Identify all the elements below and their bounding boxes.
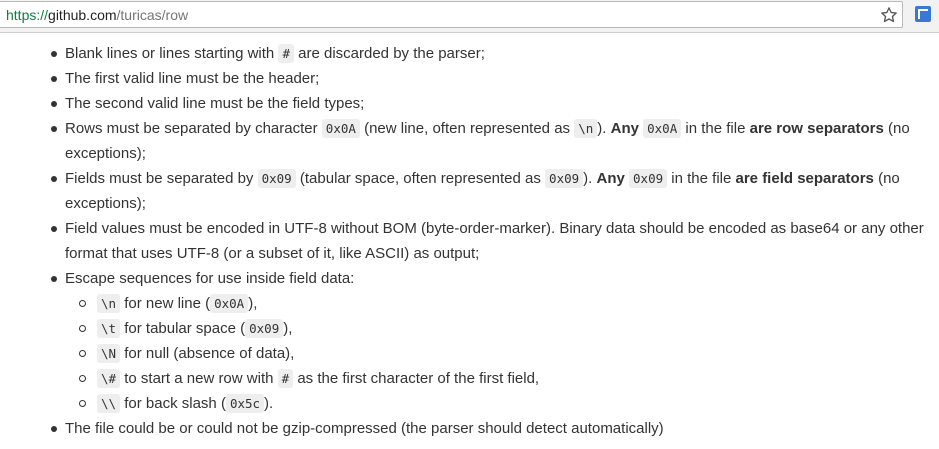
list-item: Fields must be separated by 0x09 (tabula… bbox=[0, 166, 939, 216]
sub-list-item: \# to start a new row with # as the firs… bbox=[65, 366, 927, 391]
inline-code: \# bbox=[97, 369, 121, 388]
list-item: Escape sequences for use inside field da… bbox=[0, 266, 939, 416]
list-item: Field values must be encoded in UTF-8 wi… bbox=[0, 216, 939, 266]
inline-code: 0x09 bbox=[629, 169, 668, 188]
inline-code: 0x5c bbox=[225, 394, 265, 413]
inline-code: \n bbox=[97, 294, 121, 313]
inline-code: 0x0A bbox=[643, 119, 682, 138]
list-item: The first valid line must be the header; bbox=[0, 66, 939, 91]
readme-content: Blank lines or lines starting with # are… bbox=[0, 41, 939, 441]
sub-list-item: \N for null (absence of data), bbox=[65, 341, 927, 366]
url-path: /turicas/row bbox=[116, 7, 189, 23]
inline-code: 0x0A bbox=[210, 294, 249, 313]
inline-code: # bbox=[278, 44, 294, 63]
list-item: The second valid line must be the field … bbox=[0, 91, 939, 116]
url-host: github.com bbox=[48, 7, 117, 23]
bookmark-star-icon[interactable] bbox=[880, 6, 898, 24]
inline-code: 0x0A bbox=[321, 119, 360, 138]
inline-code: # bbox=[277, 369, 294, 388]
inline-code: 0x09 bbox=[257, 169, 296, 188]
list-item: The file could be or could not be gzip-c… bbox=[0, 416, 939, 441]
inline-code: 0x09 bbox=[545, 169, 584, 188]
inline-code: \t bbox=[97, 319, 121, 338]
sub-list-item: \n for new line (0x0A), bbox=[65, 291, 927, 316]
sub-list-item: \\ for back slash (0x5c). bbox=[65, 391, 927, 416]
inline-code: 0x09 bbox=[245, 319, 284, 338]
inline-code: \n bbox=[574, 119, 598, 138]
inline-code: \N bbox=[97, 344, 121, 363]
format-rules-list: Blank lines or lines starting with # are… bbox=[0, 41, 939, 441]
browser-toolbar: https://github.com/turicas/row bbox=[0, 0, 939, 33]
url-text[interactable]: https://github.com/turicas/row bbox=[6, 7, 188, 23]
escape-sequences-list: \n for new line (0x0A), \t for tabular s… bbox=[65, 291, 927, 416]
url-scheme: https:// bbox=[6, 7, 49, 23]
list-item: Rows must be separated by character 0x0A… bbox=[0, 116, 939, 166]
sub-list-item: \t for tabular space (0x09), bbox=[65, 316, 927, 341]
inline-code: \\ bbox=[97, 394, 121, 413]
list-item: Blank lines or lines starting with # are… bbox=[0, 41, 939, 66]
address-bar[interactable]: https://github.com/turicas/row bbox=[0, 1, 903, 28]
extension-icon[interactable] bbox=[915, 6, 931, 22]
